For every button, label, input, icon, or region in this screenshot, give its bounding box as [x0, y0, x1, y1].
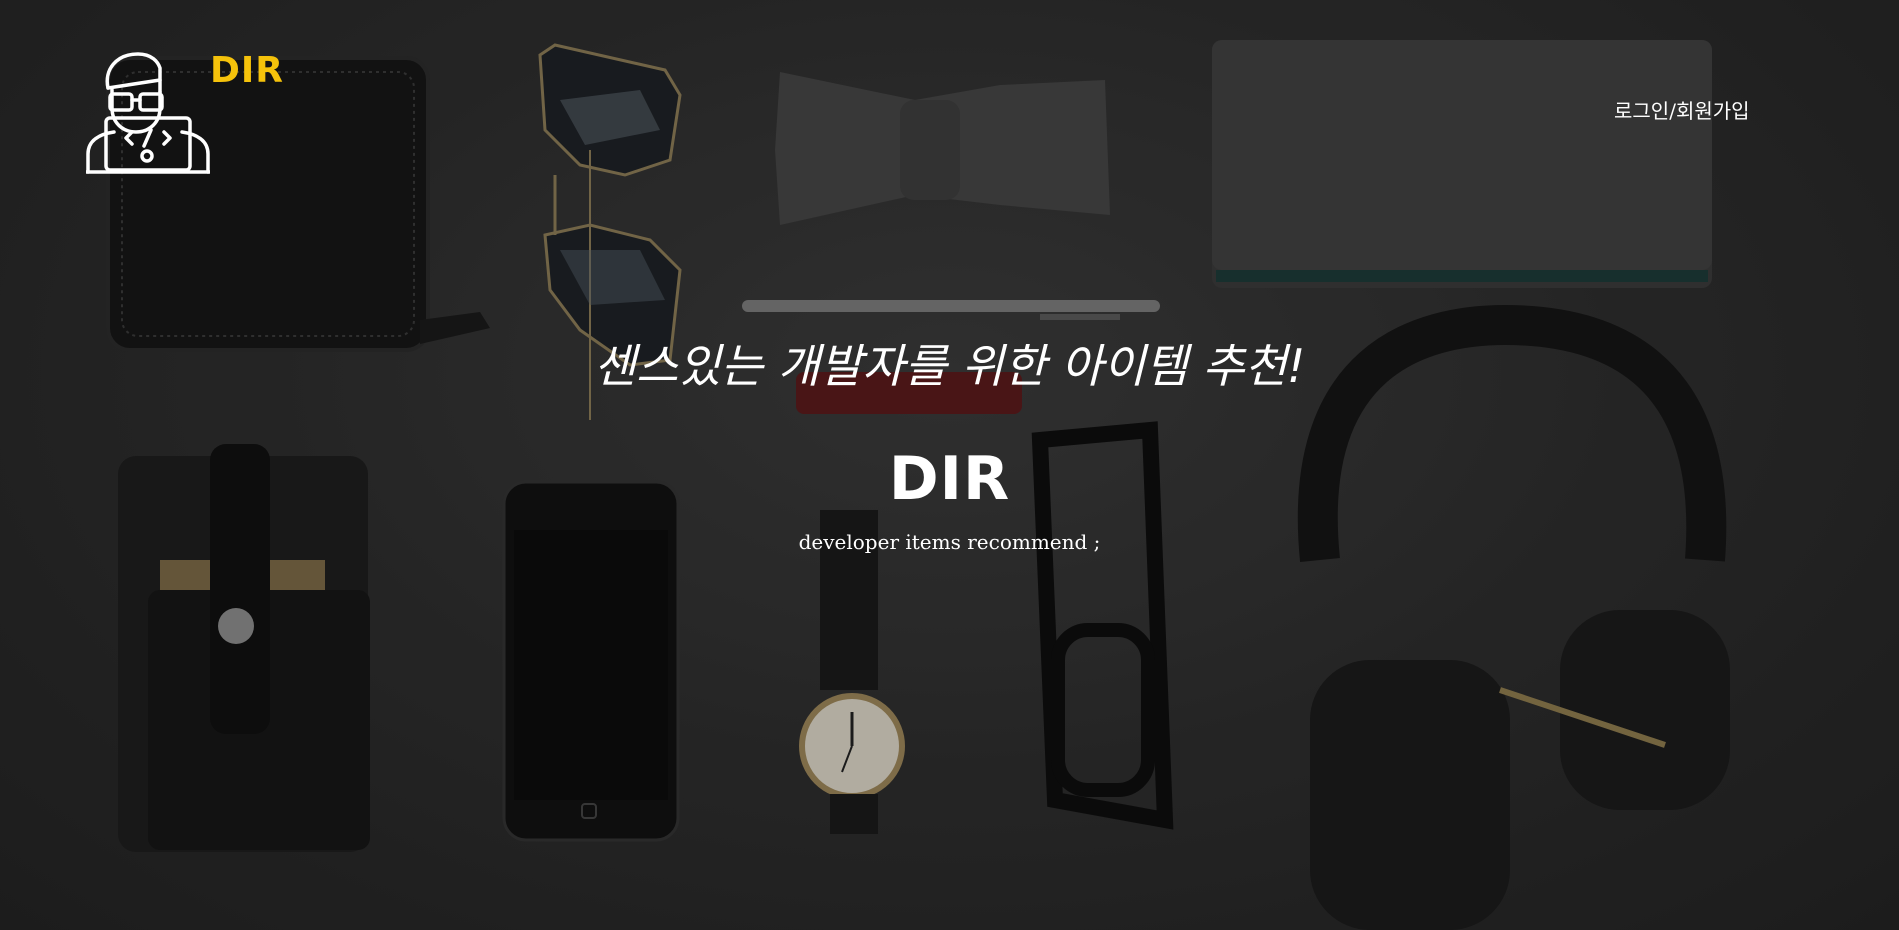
hero-title: DIR [888, 444, 1011, 514]
developer-avatar-icon [86, 52, 210, 174]
pen-image [742, 300, 1160, 320]
hero-background: DIR 로그인/회원가입 센스있는 개발자를 위한 아이템 추천! DIR de… [0, 0, 1899, 930]
logo-link[interactable]: DIR [86, 50, 286, 176]
login-signup-link[interactable]: 로그인/회원가입 [1614, 95, 1750, 124]
hero-tagline: 센스있는 개발자를 위한 아이템 추천! [593, 339, 1306, 393]
notebook-image [1212, 40, 1712, 288]
headphones-image [1297, 304, 1730, 930]
bowtie-image [775, 72, 1110, 225]
logo-text: DIR [210, 50, 284, 91]
watch-image [799, 510, 905, 834]
hero-subtitle: developer items recommend ; [798, 530, 1101, 554]
